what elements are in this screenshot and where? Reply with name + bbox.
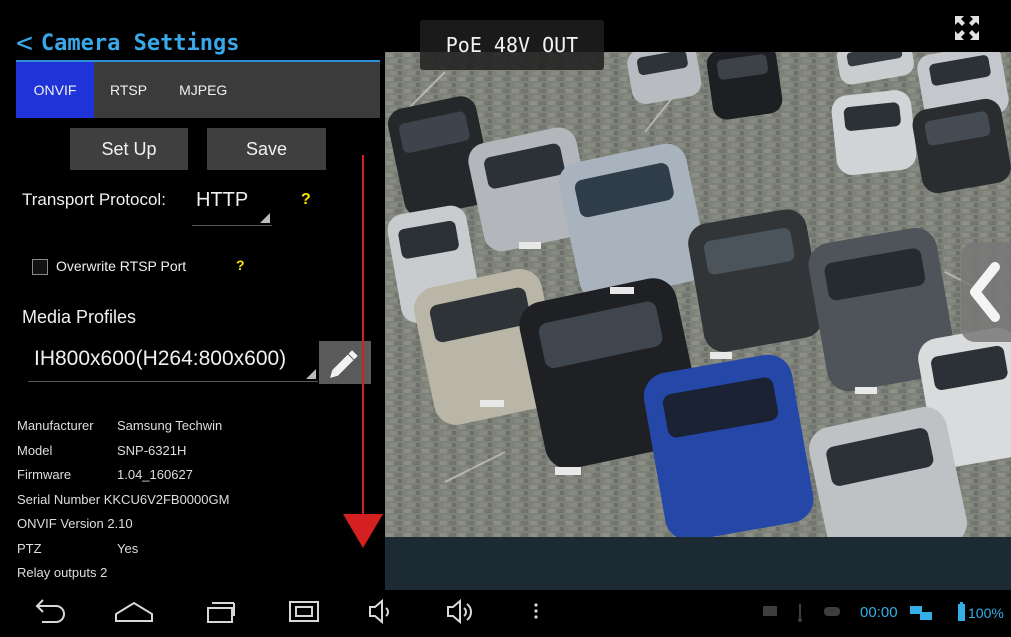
camera-settings-panel: < Camera Settings ONVIF RTSP MJPEG Set U…: [0, 0, 385, 590]
battery-percentage: 100%: [968, 605, 1004, 621]
dropdown-corner-icon: [306, 369, 316, 379]
battery-icon: [955, 598, 967, 628]
usb-icon: [798, 604, 802, 622]
info-row-relay-outputs: Relay outputs 2: [17, 565, 108, 580]
info-row-model: Model SNP-6321H: [17, 442, 187, 458]
info-row-onvif-version: ONVIF Version 2.10: [17, 516, 133, 531]
device-info-list: Manufacturer Samsung Techwin Model SNP-632…: [17, 414, 229, 586]
media-profile-select[interactable]: IH800x600(H264:800x600): [28, 343, 318, 382]
tab-rtsp[interactable]: RTSP: [94, 62, 163, 118]
back-chevron-icon: <: [16, 26, 33, 59]
notification-icons: [760, 590, 850, 633]
media-profiles-label: Media Profiles: [22, 307, 137, 327]
overflow-menu-icon[interactable]: [528, 590, 544, 633]
side-panel-toggle[interactable]: [961, 242, 1011, 342]
overwrite-rtsp-port-label: Overwrite RTSP Port: [56, 258, 187, 274]
volume-up-icon[interactable]: [440, 590, 480, 633]
info-row-serial: Serial Number KKCU6V2FB0000GM: [17, 491, 230, 507]
fullscreen-icon[interactable]: [953, 14, 981, 42]
setup-button[interactable]: Set Up: [70, 128, 188, 170]
scroll-indicator-line: [362, 155, 364, 520]
tab-mjpeg[interactable]: MJPEG: [163, 62, 243, 118]
info-row-firmware: Firmware 1.04_160627: [17, 467, 193, 482]
info-row-manufacturer: Manufacturer Samsung Techwin: [17, 418, 223, 433]
clock: 00:00: [860, 604, 898, 621]
poe-status-label: PoE 48V OUT: [420, 20, 604, 70]
tab-onvif[interactable]: ONVIF: [16, 62, 94, 118]
back-arrow-icon[interactable]: [28, 590, 72, 633]
volume-down-icon[interactable]: [362, 590, 398, 633]
overwrite-rtsp-port-checkbox[interactable]: [32, 259, 48, 275]
camera-live-view[interactable]: [385, 52, 1011, 537]
camera-image: [385, 52, 1011, 537]
home-icon[interactable]: [110, 590, 158, 633]
back-header[interactable]: < Camera Settings: [16, 28, 240, 58]
chevron-left-icon: [970, 262, 1000, 322]
info-row-ptz: PTZ Yes: [17, 540, 139, 556]
video-bottom-strip: [385, 537, 1011, 590]
screenshot-icon[interactable]: [282, 590, 326, 633]
recent-apps-icon[interactable]: [198, 590, 242, 633]
transport-protocol-value: HTTP: [196, 189, 249, 211]
keyboard-icon: [763, 606, 777, 616]
app-screen: PoE 48V OUT < Camera Settings ONVIF RTSP…: [0, 0, 1011, 633]
transport-protocol-label: Transport Protocol:: [22, 190, 166, 209]
dropdown-corner-icon: [260, 213, 270, 223]
page-title: Camera Settings: [40, 30, 240, 56]
media-profile-value: IH800x600(H264:800x600): [34, 347, 287, 370]
transport-help-icon[interactable]: ?: [301, 191, 311, 209]
save-button[interactable]: Save: [207, 128, 326, 170]
transport-protocol-select[interactable]: HTTP: [192, 185, 272, 226]
protocol-tabs: ONVIF RTSP MJPEG: [16, 62, 380, 118]
scroll-down-arrow-icon: [343, 514, 383, 548]
rtsp-port-help-icon[interactable]: ?: [236, 257, 245, 273]
ethernet-icon: [906, 598, 936, 628]
gamepad-icon: [824, 607, 840, 616]
